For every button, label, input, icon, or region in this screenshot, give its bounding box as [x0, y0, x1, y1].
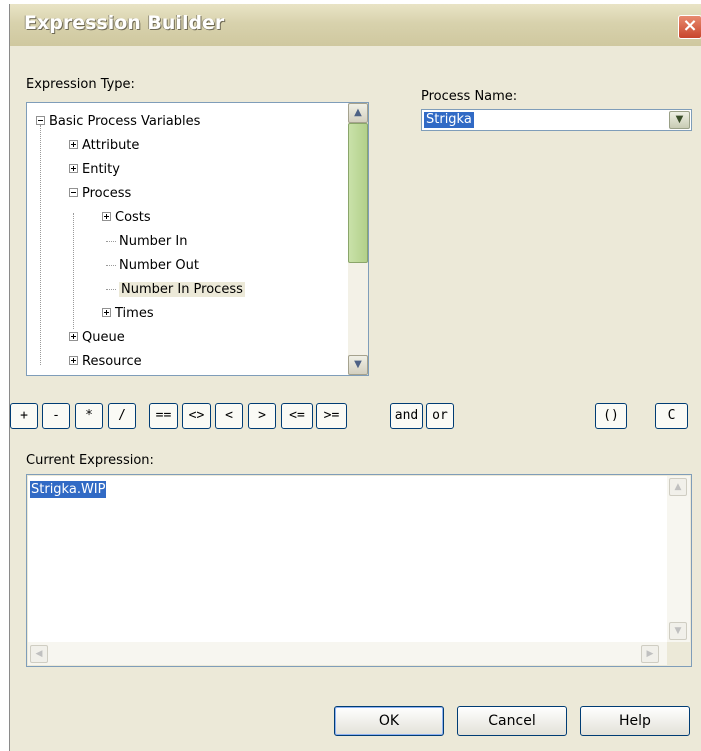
expand-icon[interactable]: [69, 332, 78, 341]
cancel-button[interactable]: Cancel: [457, 706, 567, 736]
tree-item-attribute[interactable]: Attribute: [69, 135, 139, 157]
title-bar[interactable]: Expression Builder ×: [10, 4, 701, 46]
tree-guide-line: [73, 213, 74, 329]
expand-icon[interactable]: [102, 308, 111, 317]
minus-operator-button[interactable]: -: [42, 403, 70, 429]
current-expression-value: Strigka.WIP: [30, 481, 107, 498]
greater-than-operator-button[interactable]: >: [248, 403, 276, 429]
and-operator-button[interactable]: and: [390, 403, 423, 429]
process-name-label: Process Name:: [421, 89, 518, 104]
expand-icon[interactable]: [69, 356, 78, 365]
tree-item-basic-process-variables[interactable]: Basic Process Variables: [36, 111, 200, 133]
greater-equal-operator-button[interactable]: >=: [316, 403, 347, 429]
close-button[interactable]: ×: [678, 15, 701, 39]
or-operator-button[interactable]: or: [426, 403, 454, 429]
divide-operator-button[interactable]: /: [108, 403, 136, 429]
collapse-icon[interactable]: [69, 188, 78, 197]
tree-item-resource[interactable]: Resource: [69, 351, 142, 373]
tree-guide-line: [40, 125, 41, 365]
expression-vertical-scrollbar[interactable]: ▲ ▼: [667, 476, 690, 642]
tree-item-entity[interactable]: Entity: [69, 159, 120, 181]
current-expression-textarea[interactable]: Strigka.WIP ▲ ▼ ◀ ▶: [26, 474, 692, 667]
current-expression-label: Current Expression:: [26, 453, 154, 468]
ok-button[interactable]: OK: [334, 706, 444, 736]
tree-item-number-in-process[interactable]: Number In Process: [106, 279, 245, 301]
expand-icon[interactable]: [69, 164, 78, 173]
collapse-icon[interactable]: [36, 116, 45, 125]
multiply-operator-button[interactable]: *: [75, 403, 103, 429]
tree-item-process[interactable]: Process: [69, 183, 131, 205]
less-equal-operator-button[interactable]: <=: [281, 403, 313, 429]
expression-builder-dialog: Expression Builder × Expression Type: Ba…: [9, 4, 701, 751]
tree-item-number-out[interactable]: Number Out: [106, 255, 199, 277]
scroll-thumb[interactable]: [348, 123, 368, 263]
expression-edit-area[interactable]: Strigka.WIP: [28, 476, 667, 642]
window-title: Expression Builder: [24, 12, 225, 34]
tree-item-costs[interactable]: Costs: [102, 207, 151, 229]
expand-icon[interactable]: [102, 212, 111, 221]
tree-item-times[interactable]: Times: [102, 303, 154, 325]
expression-type-tree[interactable]: Basic Process Variables Attribute Entity…: [26, 102, 369, 376]
tree-vertical-scrollbar[interactable]: ▲ ▼: [348, 103, 368, 375]
scroll-right-button[interactable]: ▶: [641, 645, 659, 663]
help-button[interactable]: Help: [580, 706, 690, 736]
scroll-left-button[interactable]: ◀: [30, 645, 48, 663]
tree-item-number-in[interactable]: Number In: [106, 231, 187, 253]
less-than-operator-button[interactable]: <: [215, 403, 243, 429]
process-name-value: Strigka: [424, 112, 474, 128]
process-name-combobox[interactable]: Strigka ▼: [421, 109, 692, 131]
scroll-down-button[interactable]: ▼: [669, 622, 687, 640]
combo-dropdown-arrow-icon[interactable]: ▼: [669, 111, 690, 129]
clear-button[interactable]: C: [655, 403, 688, 429]
expression-horizontal-scrollbar[interactable]: ◀ ▶: [28, 642, 667, 665]
expand-icon[interactable]: [69, 140, 78, 149]
scroll-up-button[interactable]: ▲: [669, 478, 687, 496]
tree-item-queue[interactable]: Queue: [69, 327, 125, 349]
plus-operator-button[interactable]: +: [10, 403, 38, 429]
not-equal-operator-button[interactable]: <>: [182, 403, 211, 429]
scroll-up-button[interactable]: ▲: [348, 103, 368, 123]
expression-type-label: Expression Type:: [26, 77, 135, 92]
scroll-down-button[interactable]: ▼: [348, 355, 368, 375]
parentheses-button[interactable]: (): [595, 403, 627, 429]
equals-operator-button[interactable]: ==: [149, 403, 178, 429]
